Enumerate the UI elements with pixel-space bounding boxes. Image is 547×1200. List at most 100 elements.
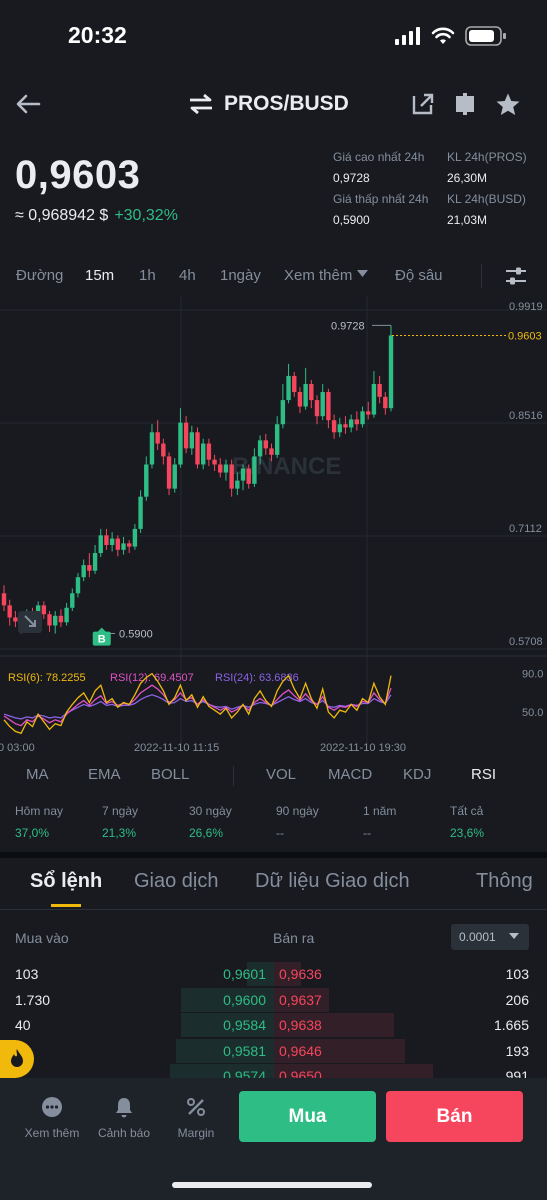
- candle-body: [7, 605, 12, 618]
- candle-body: [223, 464, 229, 473]
- candle-body: [280, 400, 286, 425]
- tab-trade-data[interactable]: Dữ liệu Giao dịch: [255, 870, 410, 893]
- perf-value: --: [363, 826, 371, 840]
- pair-selector[interactable]: PROS/BUSD: [188, 92, 349, 116]
- order-book-row[interactable]: 1.730 0,9600 0,9637 206: [0, 987, 547, 1013]
- bell-icon: [116, 1098, 132, 1118]
- battery-icon: [465, 26, 506, 46]
- bid-price: 0,9581: [223, 1042, 266, 1059]
- share-icon[interactable]: [411, 92, 435, 116]
- ind-kdj[interactable]: KDJ: [403, 766, 431, 783]
- ind-macd[interactable]: MACD: [328, 766, 372, 783]
- candle-body: [138, 496, 143, 529]
- order-book-row[interactable]: 0,9574 0,9650 991: [0, 1064, 547, 1078]
- time-axis-label: 2022-11-10 11:15: [134, 742, 219, 754]
- tab-15m[interactable]: 15m: [85, 267, 114, 284]
- back-arrow-icon[interactable]: [14, 90, 42, 118]
- perf-7d: 7 ngày 21,3%: [102, 804, 138, 840]
- candle-body: [92, 553, 98, 571]
- perf-label: 90 ngày: [276, 804, 319, 818]
- rsi-legend-label: RSI(6): 78.2255: [8, 672, 86, 684]
- candle-body: [115, 538, 121, 550]
- more-button[interactable]: Xem thêm: [17, 1096, 87, 1140]
- price-axis-label: 0.5708: [509, 636, 543, 648]
- ask-price: 0,9646: [279, 1042, 322, 1059]
- perf-1y: 1 năm --: [363, 804, 396, 840]
- price-axis-label: 0.9919: [509, 301, 543, 313]
- ask-qty: 991: [505, 1068, 529, 1078]
- candle-body: [263, 440, 268, 449]
- ask-price: 0,9637: [279, 991, 322, 1008]
- swap-icon: [190, 93, 212, 115]
- tab-1d[interactable]: 1ngày: [220, 267, 261, 284]
- buy-button[interactable]: Mua: [239, 1091, 376, 1142]
- candle-body: [229, 464, 234, 489]
- interval-tabs: Đường 15m 1h 4h 1ngày Xem thêm Độ sâu: [0, 264, 547, 290]
- candle-body: [195, 432, 200, 465]
- candle-body: [371, 383, 377, 415]
- status-bar: 20:32: [0, 0, 547, 70]
- candle-body: [366, 411, 371, 415]
- high-marker-label: 0.9728: [331, 320, 365, 332]
- candle-body: [212, 459, 217, 465]
- tab-4h[interactable]: 4h: [179, 267, 196, 284]
- active-tab-underline: [51, 904, 81, 907]
- order-book-row[interactable]: 40 0,9584 0,9638 1.665: [0, 1013, 547, 1038]
- tab-more[interactable]: Xem thêm: [284, 267, 368, 284]
- tab-trades[interactable]: Giao dịch: [134, 870, 219, 893]
- candlestick-chart-svg[interactable]: BINANCE 0.99190.85160.71120.5708 0.96030…: [0, 296, 547, 756]
- price-axis-label: 0.8516: [509, 410, 543, 422]
- candle-body: [87, 565, 92, 571]
- perf-all: Tất cả 23,6%: [450, 804, 484, 840]
- perf-today: Hôm nay 37,0%: [15, 804, 63, 840]
- tab-depth[interactable]: Độ sâu: [395, 267, 443, 284]
- margin-percent-icon: [187, 1098, 205, 1116]
- ind-boll[interactable]: BOLL: [151, 766, 189, 783]
- vol-base-label: KL 24h(PROS): [447, 150, 527, 164]
- candle-body: [348, 419, 354, 428]
- ask-qty: 193: [505, 1042, 529, 1059]
- precision-value: 0.0001: [459, 930, 496, 944]
- low-24h: Giá thấp nhất 24h 0,5900: [333, 192, 428, 227]
- margin-label: Margin: [177, 1126, 215, 1140]
- tab-1h[interactable]: 1h: [139, 267, 156, 284]
- margin-button[interactable]: Margin: [161, 1096, 231, 1140]
- high-24h: Giá cao nhất 24h 0,9728: [333, 150, 424, 185]
- tab-order-book[interactable]: Sổ lệnh: [30, 870, 102, 893]
- candle-body: [200, 443, 206, 465]
- perf-value: 26,6%: [189, 826, 224, 840]
- price-change: +30,32%: [114, 207, 178, 224]
- tab-line[interactable]: Đường: [16, 267, 63, 284]
- home-indicator: [172, 1182, 372, 1188]
- bid-price: 0,9601: [223, 966, 266, 982]
- candle-body: [132, 528, 138, 547]
- more-dots-icon: [42, 1097, 62, 1117]
- favorite-star-icon[interactable]: [495, 92, 521, 118]
- buy-marker-label: B: [98, 634, 106, 646]
- candle-body: [235, 480, 240, 489]
- layout-toggle-icon[interactable]: [453, 92, 477, 116]
- ind-ma[interactable]: MA: [26, 766, 49, 783]
- bid-qty: 1.730: [15, 991, 51, 1008]
- candle-body: [383, 396, 388, 409]
- precision-select[interactable]: 0.0001: [451, 924, 529, 950]
- candle-body: [269, 448, 274, 455]
- price-axis-label: 0.7112: [509, 523, 542, 535]
- bid-price: 0,9584: [223, 1017, 266, 1033]
- ind-rsi[interactable]: RSI: [471, 766, 496, 783]
- candle-body: [354, 419, 360, 425]
- tab-info[interactable]: Thông: [476, 870, 533, 893]
- candle-body: [70, 593, 75, 608]
- ask-qty: 1.665: [493, 1017, 529, 1033]
- price-chart[interactable]: BINANCE 0.9919 0.8516 0.7112 0.5708 0.9603 0…: [0, 296, 547, 756]
- sell-button[interactable]: Bán: [386, 1091, 523, 1142]
- ind-vol[interactable]: VOL: [266, 766, 296, 783]
- chart-settings-icon[interactable]: [505, 266, 527, 286]
- pair-title: PROS/BUSD: [224, 92, 349, 115]
- alert-button[interactable]: Cảnh báo: [89, 1096, 159, 1140]
- ind-ema[interactable]: EMA: [88, 766, 121, 783]
- candle-body: [388, 335, 394, 409]
- order-book-row[interactable]: 0,9581 0,9646 193: [0, 1038, 547, 1064]
- high-24h-value: 0,9728: [333, 171, 370, 185]
- order-book-row[interactable]: 103 0,9601 0,9636 103: [0, 962, 547, 987]
